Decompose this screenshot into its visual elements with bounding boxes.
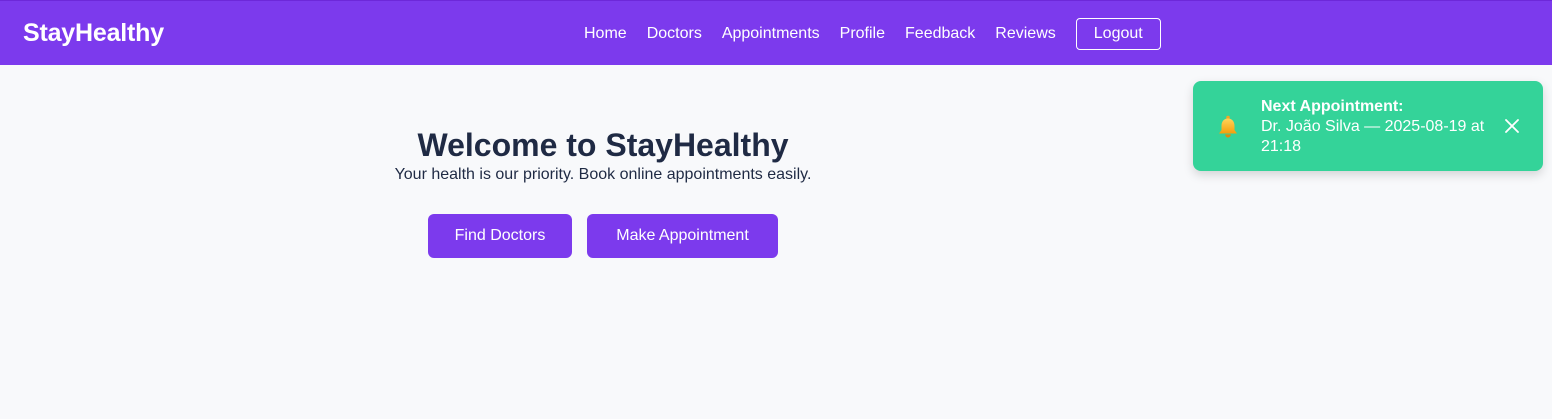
notification-detail: Dr. João Silva — 2025-08-19 at 21:18 — [1261, 118, 1485, 155]
nav-links: Home Doctors Appointments Profile Feedba… — [584, 17, 1161, 50]
nav-link-reviews[interactable]: Reviews — [995, 25, 1055, 43]
find-doctors-button[interactable]: Find Doctors — [428, 214, 572, 258]
close-icon[interactable] — [1504, 118, 1520, 134]
notification-body: Next Appointment: Dr. João Silva — 2025-… — [1261, 97, 1491, 157]
make-appointment-button[interactable]: Make Appointment — [587, 214, 778, 258]
nav-link-home[interactable]: Home — [584, 25, 627, 43]
nav-link-feedback[interactable]: Feedback — [905, 25, 975, 43]
nav-link-profile[interactable]: Profile — [840, 25, 885, 43]
nav-link-appointments[interactable]: Appointments — [722, 25, 820, 43]
page-title: Welcome to StayHealthy — [417, 127, 789, 163]
page-subtitle: Your health is our priority. Book online… — [394, 166, 812, 183]
notification-heading: Next Appointment: — [1261, 98, 1404, 115]
top-navbar: StayHealthy Home Doctors Appointments Pr… — [0, 0, 1552, 65]
appointment-notification: Next Appointment: Dr. João Silva — 2025-… — [1193, 81, 1543, 171]
logout-button[interactable]: Logout — [1075, 17, 1161, 50]
hero-actions: Find Doctors Make Appointment — [428, 214, 778, 258]
hero-section: Welcome to StayHealthy Your health is ou… — [353, 124, 853, 184]
nav-link-doctors[interactable]: Doctors — [647, 25, 702, 43]
bell-icon — [1215, 114, 1241, 140]
brand-logo[interactable]: StayHealthy — [23, 19, 164, 48]
